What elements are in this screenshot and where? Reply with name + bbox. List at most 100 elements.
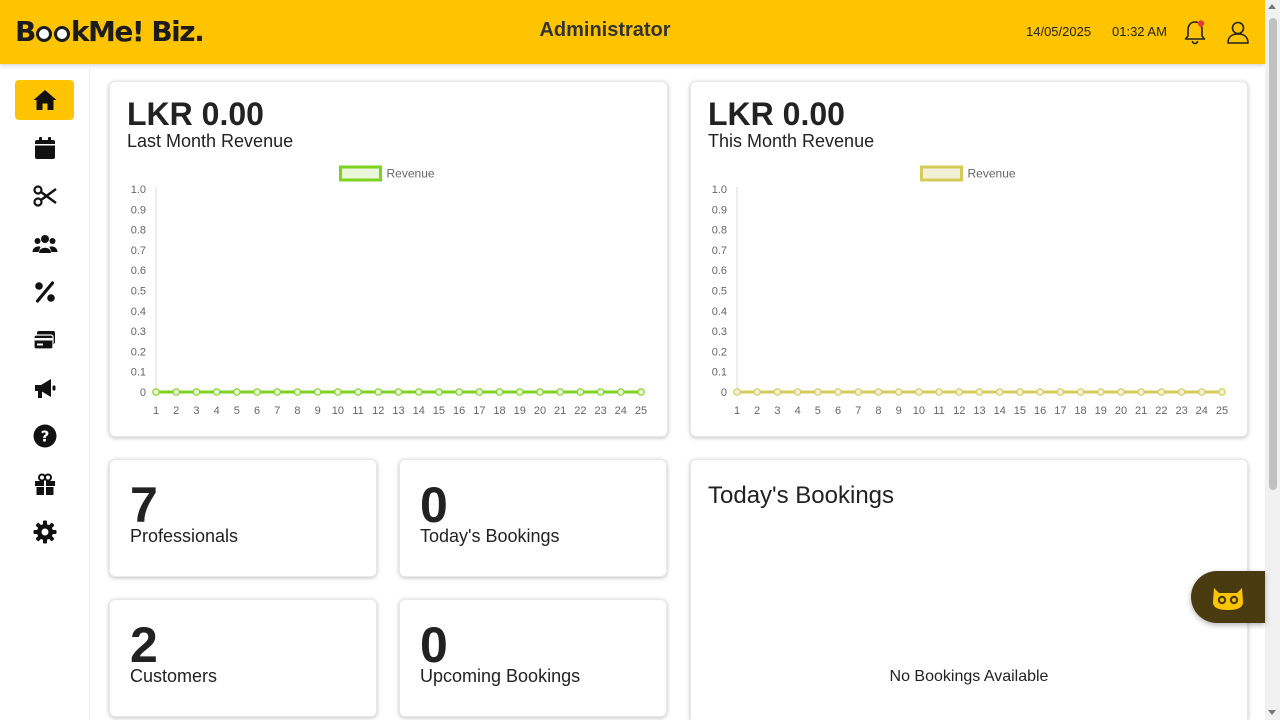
sidebar-item-calendar[interactable]	[15, 128, 74, 168]
last-month-revenue-card: LKR 0.00 Last Month Revenue Revenue 0 0.1 0…	[109, 81, 668, 437]
sidebar-item-gifts[interactable]	[15, 464, 74, 504]
customers-label: Customers	[130, 666, 218, 686]
data-point	[935, 388, 943, 396]
y-tick-label: 0.7	[131, 245, 146, 257]
x-tick-label: 4	[214, 405, 220, 417]
users-icon	[32, 235, 57, 253]
data-point	[233, 388, 241, 396]
x-tick-label: 14	[994, 405, 1006, 417]
x-tick-label: 21	[554, 405, 566, 417]
x-tick-label: 8	[294, 405, 300, 417]
upcoming-bookings-card[interactable]: 0 Upcoming Bookings	[399, 599, 667, 717]
y-tick-label: 0.3	[712, 326, 727, 338]
legend-label: Revenue	[968, 167, 1016, 181]
sidebar-item-payments[interactable]	[15, 320, 74, 360]
data-point	[733, 388, 741, 396]
x-tick-label: 1	[734, 405, 740, 417]
sidebar-item-discounts[interactable]	[15, 272, 74, 312]
x-tick-label: 16	[453, 405, 465, 417]
data-point	[313, 388, 322, 396]
home-icon	[33, 90, 56, 110]
this-month-revenue-chart: Revenue00.10.20.30.40.50.60.70.80.91.01 2…	[712, 165, 1228, 417]
x-tick-label: 6	[254, 405, 260, 417]
notification-bell-icon[interactable]	[1181, 18, 1209, 46]
data-point	[1036, 388, 1044, 396]
data-point	[995, 388, 1004, 396]
x-tick-label: 17	[473, 405, 485, 417]
data-point	[753, 388, 762, 396]
x-tick-label: 4	[795, 405, 801, 417]
y-tick-label: 0.2	[131, 346, 146, 358]
x-tick-label: 2	[173, 405, 179, 417]
data-point	[1197, 388, 1206, 396]
x-tick-label: 25	[635, 405, 647, 417]
data-point	[637, 388, 645, 396]
x-tick-label: 18	[1074, 405, 1086, 417]
x-tick-label: 3	[774, 405, 780, 417]
chatbot-icon	[1213, 588, 1243, 610]
y-tick-label: 0.9	[131, 204, 146, 216]
page-scrollbar[interactable]	[1265, 0, 1280, 720]
notification-dot	[1197, 20, 1205, 27]
x-tick-label: 25	[1216, 405, 1228, 417]
todays-bookings-title: Today's Bookings	[708, 482, 895, 509]
x-tick-label: 15	[433, 405, 445, 417]
data-point	[1137, 388, 1145, 396]
x-tick-label: 22	[1155, 405, 1167, 417]
sidebar: ?	[0, 64, 90, 720]
x-tick-label: 1	[153, 405, 159, 417]
data-point	[556, 388, 564, 396]
user-profile-icon[interactable]	[1224, 18, 1252, 46]
current-date: 14/05/2025	[1026, 24, 1092, 39]
data-point	[293, 388, 302, 396]
todays-bookings-count-card[interactable]: 0 Today's Bookings	[399, 459, 667, 577]
y-tick-label: 0.7	[712, 245, 727, 257]
x-tick-label: 3	[193, 405, 199, 417]
x-tick-label: 10	[913, 405, 925, 417]
data-point	[273, 388, 282, 396]
data-point	[435, 388, 443, 396]
percent-icon	[34, 281, 55, 303]
data-point	[1218, 388, 1226, 396]
no-bookings-message: No Bookings Available	[889, 668, 1049, 685]
y-tick-label: 0.4	[131, 306, 146, 318]
professionals-card[interactable]: 7 Professionals	[109, 459, 377, 577]
y-tick-label: 0.2	[712, 346, 727, 358]
sidebar-item-home[interactable]	[15, 80, 74, 120]
sidebar-item-marketing[interactable]	[15, 368, 74, 408]
y-tick-label: 0.6	[131, 265, 146, 277]
data-point	[814, 388, 822, 396]
chatbot-button[interactable]	[1191, 571, 1265, 623]
x-tick-label: 19	[514, 405, 526, 417]
todays-bookings-panel: Today's Bookings No Bookings Available	[690, 459, 1248, 720]
x-tick-label: 23	[594, 405, 606, 417]
x-tick-label: 23	[1175, 405, 1187, 417]
scroll-thumb[interactable]	[1269, 18, 1277, 490]
y-tick-label: 1.0	[712, 184, 727, 196]
y-tick-label: 0.4	[712, 306, 727, 318]
x-tick-label: 6	[835, 405, 841, 417]
sidebar-item-settings[interactable]	[15, 512, 74, 552]
data-point	[1016, 388, 1024, 396]
sidebar-item-team[interactable]	[15, 224, 74, 264]
help-icon: ?	[33, 424, 56, 448]
data-point	[253, 388, 261, 396]
y-tick-label: 0.6	[712, 265, 727, 277]
x-tick-label: 7	[855, 405, 861, 417]
scroll-up-arrow-icon[interactable]	[1268, 4, 1276, 9]
y-tick-label: 0.8	[131, 225, 146, 237]
y-tick-label: 0	[140, 387, 146, 399]
gear-icon	[33, 520, 56, 544]
scroll-down-arrow-icon[interactable]	[1268, 710, 1276, 715]
legend-label: Revenue	[387, 167, 435, 181]
x-tick-label: 17	[1054, 405, 1066, 417]
data-point	[773, 388, 782, 396]
legend-swatch	[339, 165, 382, 182]
data-point	[475, 388, 484, 396]
upcoming-bookings-label: Upcoming Bookings	[420, 666, 581, 686]
sidebar-item-services[interactable]	[15, 176, 74, 216]
data-point	[1117, 388, 1125, 396]
customers-card[interactable]: 2 Customers	[109, 599, 377, 717]
sidebar-item-help[interactable]: ?	[15, 416, 74, 456]
data-point	[414, 388, 423, 396]
